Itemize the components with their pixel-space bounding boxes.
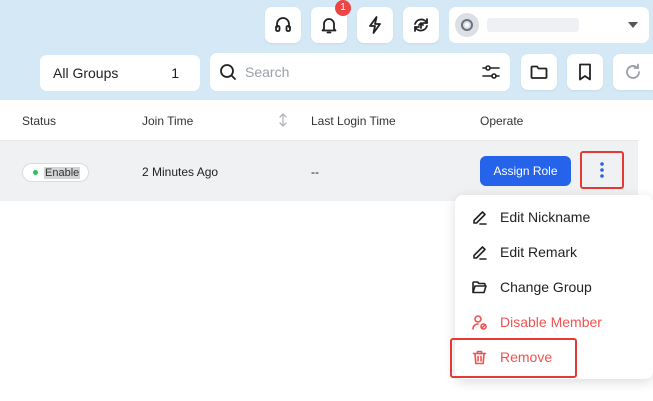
status-badge: Enable (22, 163, 89, 182)
bookmark-button[interactable] (567, 54, 603, 90)
sort-icon[interactable] (278, 113, 288, 127)
column-last-login: Last Login Time (311, 114, 396, 128)
status-text: Enable (44, 166, 81, 179)
account-selector[interactable] (449, 7, 649, 43)
table-row: Enable 2 Minutes Ago -- Assign Role (0, 141, 638, 201)
user-disable-icon (472, 314, 487, 330)
more-actions-button[interactable] (580, 151, 624, 189)
refresh-icon (626, 63, 640, 79)
join-time-value: 2 Minutes Ago (142, 165, 219, 179)
lightning-icon (369, 16, 381, 34)
support-button[interactable] (265, 7, 301, 43)
trash-icon (472, 350, 487, 364)
filter-icon[interactable] (481, 62, 501, 82)
menu-item-edit-remark[interactable]: Edit Remark (455, 237, 653, 267)
menu-item-remove[interactable]: Remove (450, 338, 653, 378)
account-name (487, 18, 579, 32)
column-status: Status (22, 114, 57, 128)
folder-open-icon (472, 280, 487, 293)
last-login-value: -- (311, 165, 319, 179)
menu-item-label: Disable Member (500, 314, 602, 330)
menu-item-label: Change Group (500, 279, 592, 295)
assign-role-button[interactable]: Assign Role (480, 156, 571, 186)
group-selector[interactable]: All Groups 1 (40, 55, 200, 91)
notification-badge: 1 (335, 0, 351, 16)
refresh-button[interactable] (613, 54, 653, 90)
bell-icon (321, 18, 337, 34)
menu-item-edit-nickname[interactable]: Edit Nickname (455, 202, 653, 232)
column-operate: Operate (480, 114, 524, 128)
search-icon (220, 64, 236, 80)
sync-icon (414, 18, 428, 32)
search-box[interactable] (210, 53, 510, 91)
group-label: All Groups (53, 65, 119, 81)
folder-icon (530, 65, 548, 79)
menu-item-disable-member[interactable]: Disable Member (455, 307, 653, 337)
menu-item-label: Remove (500, 349, 553, 365)
edit-icon (473, 245, 487, 260)
caret-down-icon (628, 22, 638, 28)
edit-icon (473, 210, 487, 225)
headset-icon (275, 17, 291, 32)
row-actions-menu: Edit Nickname Edit Remark Change Group D… (450, 195, 653, 379)
user-avatar-icon (455, 13, 479, 37)
group-count: 1 (171, 65, 179, 81)
menu-item-change-group[interactable]: Change Group (455, 272, 653, 302)
bookmark-icon (579, 63, 591, 81)
notifications-button[interactable]: 1 (311, 0, 351, 43)
column-join-time: Join Time (142, 114, 194, 128)
table-header: Status Join Time Last Login Time Operate (0, 100, 638, 141)
menu-item-label: Edit Remark (500, 244, 578, 260)
folder-button[interactable] (521, 54, 557, 90)
menu-item-label: Edit Nickname (500, 209, 591, 225)
status-dot (33, 170, 38, 175)
search-input[interactable] (245, 64, 481, 80)
quick-actions-button[interactable] (357, 7, 393, 43)
sync-button[interactable] (403, 7, 439, 43)
more-vertical-icon (600, 162, 604, 178)
